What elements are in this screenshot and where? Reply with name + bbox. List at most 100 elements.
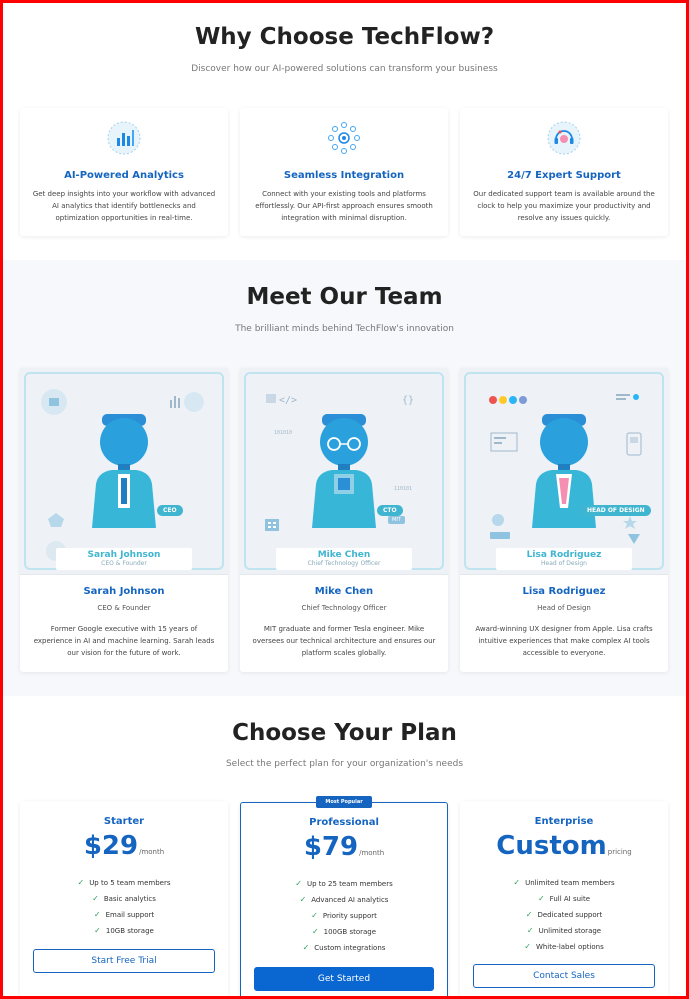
plate-name: Sarah Johnson [87,550,161,560]
plan-feature: ✓ Dedicated support [525,910,603,919]
feature-desc: Get deep insights into your workflow wit… [32,190,216,222]
wireframe-icon [490,432,518,452]
decor-shapes-icon [490,514,510,539]
check-icon: ✓ [513,878,521,887]
team-illustration: HEAD OF DESIGN Lisa Rodriguez Head of De… [460,368,668,575]
team-card-lisa: HEAD OF DESIGN Lisa Rodriguez Head of De… [460,368,668,672]
features-section: Why Choose TechFlow? Discover how our AI… [3,0,686,260]
check-icon: ✓ [526,926,534,935]
plan-name: Professional [309,817,379,828]
start-free-trial-button[interactable]: Start Free Trial [33,949,215,973]
feature-title: 24/7 Expert Support [507,170,621,181]
pricing-title: Choose Your Plan [232,720,457,746]
plan-price: $29/month [20,831,228,861]
features-subtitle: Discover how our AI-powered solutions ca… [191,64,498,74]
toolbar-icon [616,394,639,400]
mit-badge: MIT [388,516,405,524]
plan-feature: ✓ Up to 25 team members [295,879,393,888]
star-icon [623,516,640,544]
pricing-section: Choose Your Plan Select the perfect plan… [3,696,686,999]
role-badge: HEAD OF DESIGN [581,505,651,516]
team-card-mike: </> {} 101010 110101 MIT CTO Mike Chen C… [240,368,448,672]
plan-feature: ✓ Unlimited storage [526,926,602,935]
plan-feature: ✓ 100GB storage [311,927,377,936]
team-card-sarah: CEO Sarah Johnson CEO & Founder Sarah Jo… [20,368,228,672]
support-headset-icon [547,121,581,155]
plate-name: Lisa Rodriguez [526,550,602,560]
price-amount: $29 [83,831,139,861]
features-title: Why Choose TechFlow? [194,24,495,50]
avatar [92,414,156,528]
plan-feature: ✓ Advanced AI analytics [299,895,389,904]
role-badge: CTO [377,505,403,516]
name-plate: Sarah Johnson CEO & Founder [56,548,192,570]
plan-name: Enterprise [534,816,594,827]
contact-sales-button[interactable]: Contact Sales [473,964,655,988]
avatar [312,414,376,528]
member-bio: MIT graduate and former Tesla engineer. … [252,625,436,657]
plan-feature: ✓ Basic analytics [92,894,156,903]
check-icon: ✓ [295,879,302,888]
member-role: Chief Technology Officer [301,604,387,612]
code-icon: </> [266,394,297,406]
plan-feature: ✓ Custom integrations [302,943,386,952]
price-amount: $79 [303,832,359,862]
check-icon: ✓ [92,894,99,903]
team-section: Meet Our Team The brilliant minds behind… [3,260,686,696]
analytics-chart-icon [107,121,141,155]
member-role: Head of Design [537,604,591,612]
team-illustration: CEO Sarah Johnson CEO & Founder [20,368,228,575]
check-icon: ✓ [93,910,101,919]
member-role: CEO & Founder [97,604,151,612]
price-period: /month [139,848,165,856]
plan-price: $79/month [241,832,447,862]
plan-feature: ✓ Full AI suite [537,894,591,903]
integration-network-icon [328,122,360,154]
plan-feature-list: ✓ Unlimited team members ✓ Full AI suite ✓… [460,875,668,955]
chip-icon [265,519,279,531]
feature-title: AI-Powered Analytics [64,170,184,181]
check-icon: ✓ [302,943,310,952]
plate-name: Mike Chen [317,550,371,560]
svg-text:</>: </> [279,395,297,406]
plan-feature: ✓ 10GB storage [94,926,154,935]
price-period: pricing [607,848,632,856]
feature-card-support: 24/7 Expert Support Our dedicated suppor… [460,108,668,236]
check-icon: ✓ [524,942,531,951]
pricing-subtitle: Select the perfect plan for your organiz… [225,759,464,769]
member-name: Mike Chen [314,586,374,597]
team-subtitle: The brilliant minds behind TechFlow's in… [235,324,454,334]
team-title: Meet Our Team [246,284,443,310]
price-amount: Custom [496,831,607,861]
binary-text: 101010 [274,430,293,436]
check-icon: ✓ [311,911,318,920]
member-name: Lisa Rodriguez [522,586,606,597]
get-started-button[interactable]: Get Started [254,967,434,991]
plate-role: Head of Design [540,560,587,567]
plan-card-starter: Starter $29/month ✓ Up to 5 team members … [20,801,228,999]
name-plate: Mike Chen Chief Technology Officer [276,548,412,570]
plan-feature: ✓ Up to 5 team members [77,878,171,887]
color-palette-icon [489,396,527,404]
plan-feature: ✓ Unlimited team members [513,878,615,887]
svg-text:{}: {} [402,395,414,406]
feature-desc: Our dedicated support team is available … [473,190,655,222]
check-icon: ✓ [299,895,307,904]
most-popular-badge: Most Popular [316,796,372,808]
check-icon: ✓ [525,910,533,919]
plate-role: CEO & Founder [101,560,147,567]
plan-price: Custompricing [460,831,668,861]
plan-card-professional: Most Popular Professional $79/month ✓ Up … [240,796,448,999]
check-icon: ✓ [537,894,545,903]
binary-text: 110101 [393,486,412,492]
name-plate: Lisa Rodriguez Head of Design [496,548,632,570]
check-icon: ✓ [311,927,319,936]
decor-chart-icon [170,392,204,412]
plate-role: Chief Technology Officer [307,560,381,567]
plan-feature: ✓ White-label options [524,942,604,951]
plan-feature: ✓ Email support [93,910,155,919]
member-bio: Former Google executive with 15 years of… [33,625,215,657]
feature-card-analytics: AI-Powered Analytics Get deep insights i… [20,108,228,236]
plan-card-enterprise: Enterprise Custompricing ✓ Unlimited team… [460,801,668,999]
braces-icon: {} [402,395,414,406]
